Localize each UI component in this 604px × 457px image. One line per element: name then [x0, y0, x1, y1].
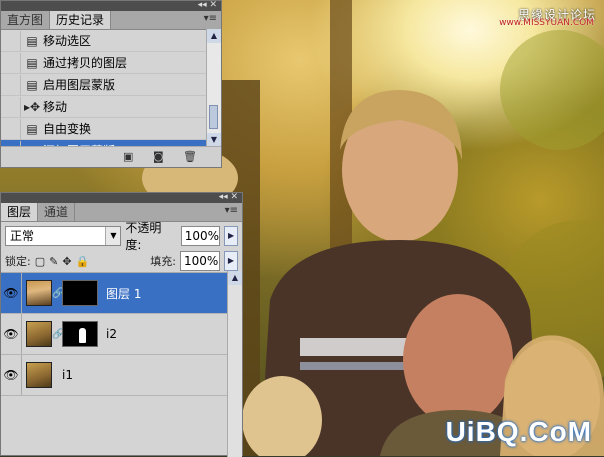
panel-menu-icon[interactable]: ▾≡ [225, 205, 238, 216]
document-icon: ▤ [26, 55, 38, 70]
history-brush-source[interactable] [1, 30, 21, 51]
history-item[interactable]: ▸✥ 移动 [1, 96, 221, 118]
fill-label: 填充: [150, 255, 176, 268]
layers-tabs: 图层 通道 ▾≡ [1, 203, 242, 222]
layer-mask-thumbnail[interactable] [62, 280, 98, 306]
panel-menu-icon[interactable]: ▾≡ [204, 13, 217, 24]
eye-icon[interactable]: 👁 [1, 314, 22, 354]
history-brush-source[interactable] [1, 96, 21, 117]
opacity-label: 不透明度: [125, 221, 162, 252]
lock-position-icon[interactable]: ✥ [62, 255, 71, 268]
delete-icon[interactable]: 🗑 [183, 150, 197, 163]
eye-icon[interactable]: 👁 [1, 273, 22, 313]
blend-mode-value: 正常 [10, 229, 35, 243]
eye-icon[interactable]: 👁 [1, 355, 22, 395]
layer-thumbnail[interactable] [26, 362, 52, 388]
history-footer: ▣ ◙ 🗑 [1, 146, 221, 167]
layer-name[interactable]: 图层 1 [106, 285, 141, 302]
opacity-input[interactable]: 100% [180, 226, 221, 246]
history-item-label: 启用图层蒙版 [43, 78, 116, 92]
panel-title-strip: ◂◂ ✕ [1, 0, 221, 11]
history-item[interactable]: ▤ 移动选区 [1, 30, 221, 52]
layer-row[interactable]: 👁 i1 [1, 355, 242, 396]
history-scrollbar[interactable]: ▲ ▼ [206, 29, 221, 147]
collapse-icon[interactable]: ◂◂ ✕ [219, 192, 238, 202]
layer-thumbnail[interactable] [26, 321, 52, 347]
history-item-label: 通过拷贝的图层 [43, 56, 128, 70]
layer-name[interactable]: i1 [62, 368, 73, 382]
scroll-up-icon[interactable]: ▲ [207, 29, 221, 43]
panel-title-strip: ◂◂ ✕ [1, 192, 242, 203]
document-icon: ▤ [26, 77, 38, 92]
scroll-down-icon[interactable]: ▼ [207, 133, 221, 147]
blend-mode-select[interactable]: 正常 ▼ [5, 226, 122, 246]
tab-channels[interactable]: 通道 [38, 203, 76, 221]
history-brush-source[interactable] [1, 118, 21, 139]
tab-history[interactable]: 历史记录 [50, 11, 112, 29]
chevron-down-icon[interactable]: ▼ [105, 227, 121, 245]
history-item[interactable]: ▤ 通过拷贝的图层 [1, 52, 221, 74]
snapshot-icon[interactable]: ◙ [153, 150, 164, 163]
watermark-bottom: UiBQ.CoM [445, 416, 592, 447]
document-icon: ▤ [26, 121, 38, 136]
opacity-slider-button[interactable]: ▶ [224, 226, 239, 246]
history-brush-source[interactable] [1, 52, 21, 73]
lock-fill-row: 锁定: ▢ ✎ ✥ 🔒 填充: 100% ▶ [1, 250, 242, 273]
collapse-icon[interactable]: ◂◂ ✕ [198, 0, 217, 10]
watermark-top-small: www.MISSYUAN.COM [499, 18, 594, 28]
history-item-label: 移动 [43, 100, 68, 114]
layers-panel: ◂◂ ✕ 图层 通道 ▾≡ 正常 ▼ 不透明度: 100% ▶ 锁定: ▢ ✎ … [0, 192, 243, 457]
move-icon: ▸✥ [23, 99, 41, 114]
history-brush-source[interactable] [1, 74, 21, 95]
layer-name[interactable]: i2 [106, 327, 117, 341]
lock-transparent-icon[interactable]: ▢ [35, 255, 45, 268]
history-item-label: 自由变换 [43, 122, 92, 136]
layer-row[interactable]: 👁 🔗 i2 [1, 314, 242, 355]
layer-mask-thumbnail[interactable] [62, 321, 98, 347]
lock-label: 锁定: [5, 255, 31, 268]
history-item-label: 移动选区 [43, 34, 92, 48]
layers-scrollbar[interactable]: ▲ [227, 271, 242, 457]
new-document-from-state-icon[interactable]: ▣ [123, 150, 133, 163]
history-item[interactable]: ▤ 自由变换 [1, 118, 221, 140]
history-item[interactable]: ▤ 启用图层蒙版 [1, 74, 221, 96]
link-icon[interactable]: 🔗 [52, 329, 64, 340]
layer-thumbnail[interactable] [26, 280, 52, 306]
fill-input[interactable]: 100% [180, 251, 220, 271]
layer-row[interactable]: 👁 🔗 图层 1 [1, 273, 242, 314]
fill-slider-button[interactable]: ▶ [224, 251, 238, 271]
tab-histogram[interactable]: 直方图 [1, 11, 51, 29]
history-panel: ◂◂ ✕ 直方图 历史记录 ▾≡ ▤ 移动选区 ▤ 通过拷贝的图层 ▤ 启用图层… [0, 0, 222, 168]
document-icon: ▤ [26, 33, 38, 48]
scroll-thumb[interactable] [209, 105, 218, 129]
scroll-up-icon[interactable]: ▲ [228, 271, 242, 285]
blend-opacity-row: 正常 ▼ 不透明度: 100% ▶ [1, 221, 242, 252]
history-tabs: 直方图 历史记录 ▾≡ [1, 11, 221, 30]
lock-brush-icon[interactable]: ✎ [49, 255, 58, 268]
link-icon[interactable]: 🔗 [52, 288, 64, 299]
lock-all-icon[interactable]: 🔒 [76, 255, 90, 268]
tab-layers[interactable]: 图层 [1, 203, 39, 221]
